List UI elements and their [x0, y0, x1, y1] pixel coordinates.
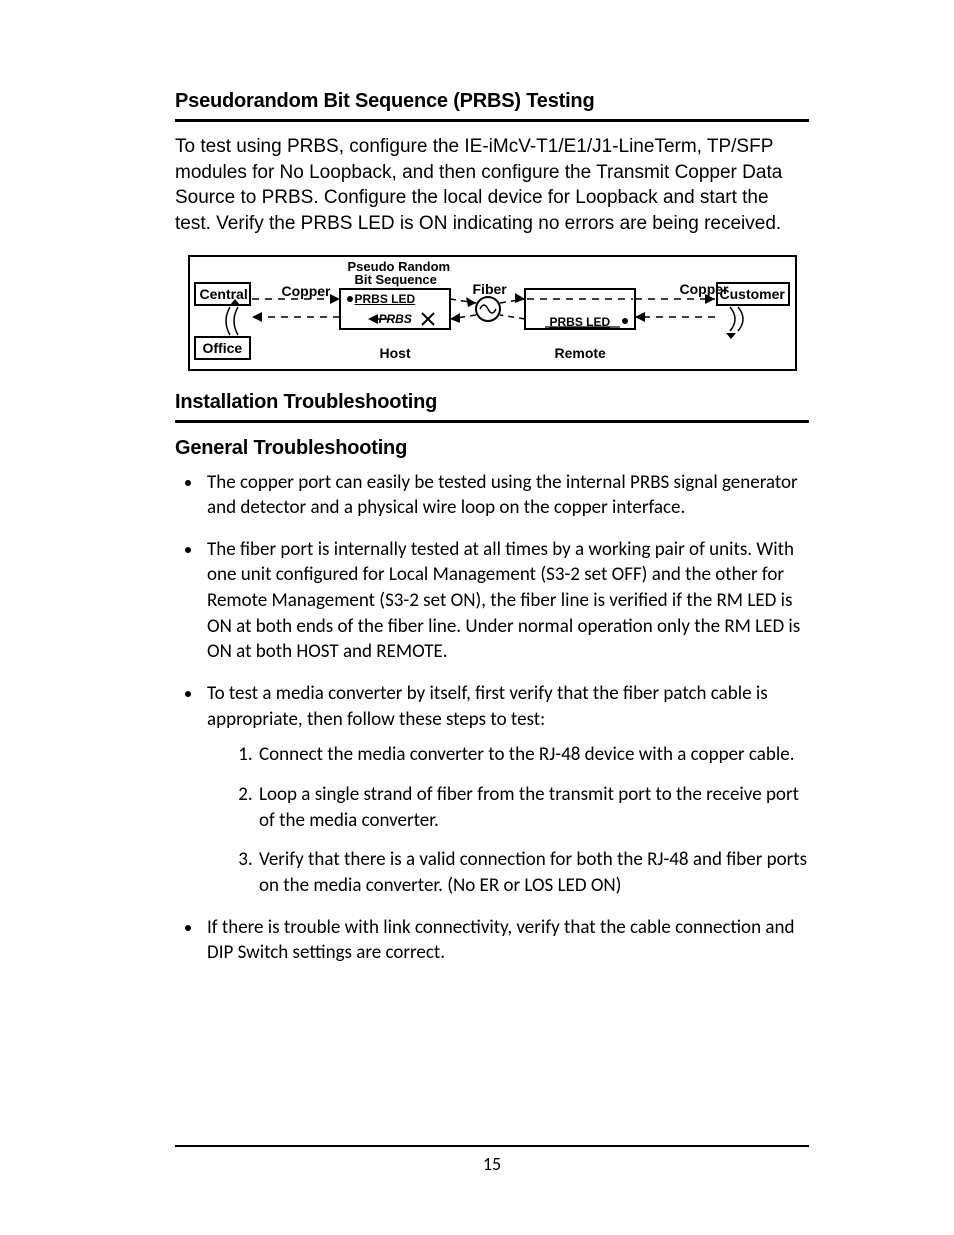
list-item: If there is trouble with link connectivi…	[203, 915, 809, 966]
diagram-svg	[190, 257, 795, 369]
heading-prbs-testing: Pseudorandom Bit Sequence (PRBS) Testing	[175, 90, 809, 113]
diagram-label-host: Host	[380, 345, 411, 361]
prbs-diagram: Pseudo Random Bit Sequence Central Offic…	[188, 255, 797, 371]
troubleshooting-list: The copper port can easily be tested usi…	[175, 470, 809, 966]
list-item: The fiber port is internally tested at a…	[203, 537, 809, 665]
step-item: Connect the media converter to the RJ-48…	[257, 742, 809, 768]
diagram-label-prbs-led-right: PRBS LED	[550, 315, 611, 329]
document-page: Pseudorandom Bit Sequence (PRBS) Testing…	[0, 0, 954, 1235]
diagram-label-prbs-led-left: PRBS LED	[355, 292, 416, 306]
list-item: To test a media converter by itself, fir…	[203, 681, 809, 898]
heading-rule-2	[175, 420, 809, 423]
diagram-label-central: Central	[200, 286, 248, 302]
subheading-general-troubleshooting: General Troubleshooting	[175, 437, 809, 460]
paragraph-prbs-intro: To test using PRBS, configure the IE-iMc…	[175, 134, 809, 237]
list-item-text: To test a media converter by itself, fir…	[207, 682, 768, 731]
diagram-label-office: Office	[203, 340, 243, 356]
heading-installation-troubleshooting: Installation Troubleshooting	[175, 391, 809, 414]
footer-rule	[175, 1145, 809, 1147]
page-footer: 15	[175, 1145, 809, 1175]
page-number: 15	[175, 1153, 809, 1175]
heading-rule	[175, 119, 809, 122]
list-item: The copper port can easily be tested usi…	[203, 470, 809, 521]
diagram-label-copper-left: Copper	[282, 283, 331, 299]
diagram-label-prbs: PRBS	[379, 312, 412, 326]
diagram-wrapper: Pseudo Random Bit Sequence Central Offic…	[175, 255, 809, 371]
step-item: Verify that there is a valid connection …	[257, 847, 809, 898]
step-item: Loop a single strand of fiber from the t…	[257, 782, 809, 833]
steps-list: Connect the media converter to the RJ-48…	[207, 742, 809, 898]
diagram-title-2: Bit Sequence	[355, 272, 437, 287]
diagram-label-fiber: Fiber	[473, 281, 507, 297]
diagram-label-customer: Customer	[720, 286, 785, 302]
diagram-label-remote: Remote	[555, 345, 606, 361]
